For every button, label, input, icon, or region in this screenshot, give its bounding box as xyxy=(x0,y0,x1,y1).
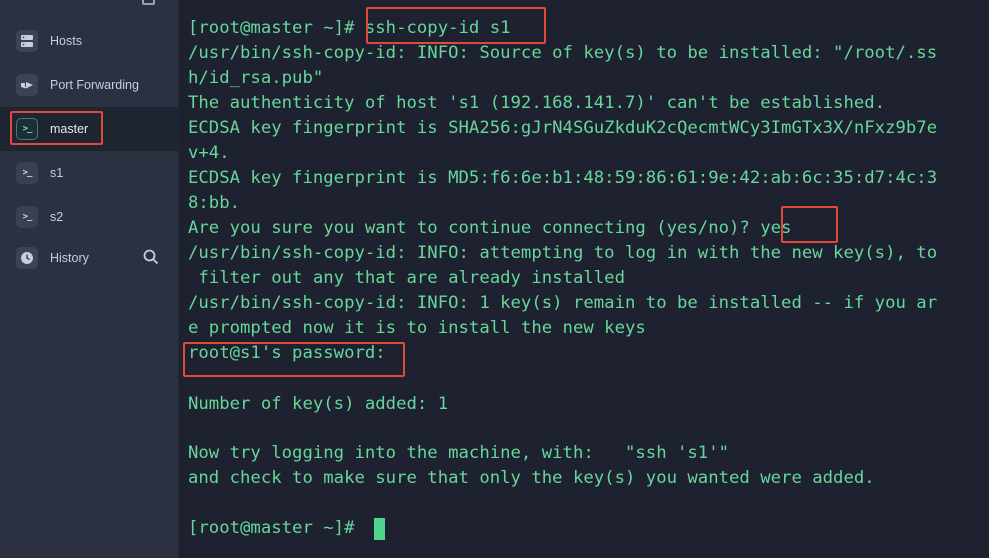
terminal-icon: >_ xyxy=(16,162,38,184)
history-icon xyxy=(16,247,38,269)
new-window-icon[interactable] xyxy=(142,0,155,5)
sidebar-item-hosts[interactable]: Hosts xyxy=(0,19,179,63)
sidebar-item-label: Hosts xyxy=(50,34,82,48)
terminal-prompt: [root@master ~]# xyxy=(188,518,365,538)
terminal-cursor xyxy=(374,518,385,540)
sidebar: Hosts Port Forwarding >_ master >_ s1 >_… xyxy=(0,0,179,558)
sidebar-item-label: History xyxy=(50,251,89,265)
terminal-line: Are you sure you want to continue connec… xyxy=(188,218,792,238)
sidebar-item-s1[interactable]: >_ s1 xyxy=(0,151,179,195)
terminal-line: v+4. xyxy=(188,143,230,163)
terminal-line: /usr/bin/ssh-copy-id: INFO: attempting t… xyxy=(188,243,938,263)
sidebar-item-label: s2 xyxy=(50,210,64,224)
terminal-line: /usr/bin/ssh-copy-id: INFO: Source of ke… xyxy=(188,43,938,63)
terminal-line: h/id_rsa.pub" xyxy=(188,68,324,88)
terminal-line: Number of key(s) added: 1 xyxy=(188,394,449,414)
sidebar-item-s2[interactable]: >_ s2 xyxy=(0,195,179,239)
highlight-box-yes xyxy=(781,206,838,243)
terminal-line: /usr/bin/ssh-copy-id: INFO: 1 key(s) rem… xyxy=(188,293,938,313)
highlight-box-password xyxy=(183,342,405,377)
sidebar-item-label: Port Forwarding xyxy=(50,78,139,92)
port-forwarding-icon xyxy=(16,74,38,96)
sidebar-item-label: s1 xyxy=(50,166,64,180)
terminal-line: The authenticity of host 's1 (192.168.14… xyxy=(188,93,886,113)
terminal-line: filter out any that are already installe… xyxy=(188,268,625,288)
terminal-line: ECDSA key fingerprint is SHA256:gJrN4SGu… xyxy=(188,118,938,138)
hosts-icon xyxy=(16,30,38,52)
terminal-line: ECDSA key fingerprint is MD5:f6:6e:b1:48… xyxy=(188,168,938,188)
terminal-line: 8:bb. xyxy=(188,193,241,213)
terminal-line: and check to make sure that only the key… xyxy=(188,468,875,488)
search-icon[interactable] xyxy=(143,249,159,265)
terminal-line: Now try logging into the machine, with: … xyxy=(188,443,730,463)
highlight-box-master xyxy=(10,111,103,145)
highlight-box-command xyxy=(366,7,546,44)
terminal-icon: >_ xyxy=(16,206,38,228)
terminal-line: e prompted now it is to install the new … xyxy=(188,318,646,338)
sidebar-toolbar xyxy=(0,0,179,12)
sidebar-item-port-forwarding[interactable]: Port Forwarding xyxy=(0,63,179,107)
